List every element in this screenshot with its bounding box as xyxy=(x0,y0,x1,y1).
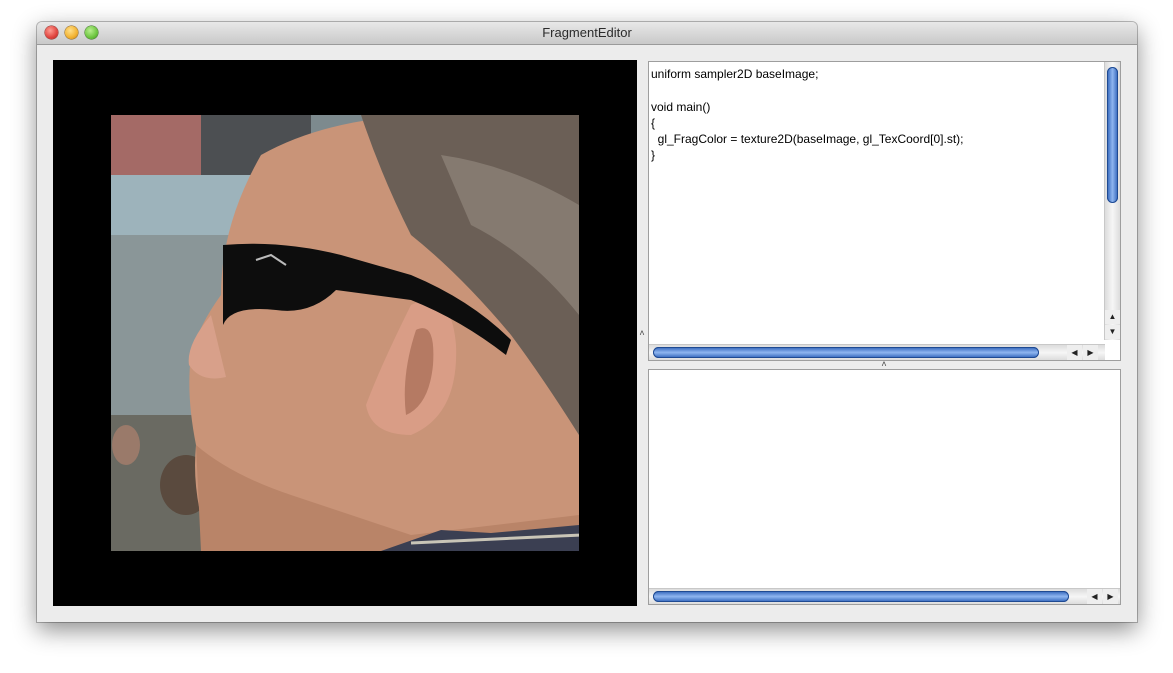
code-text-area[interactable]: uniform sampler2D baseImage; void main()… xyxy=(651,66,1097,336)
code-vertical-scroll-thumb[interactable] xyxy=(1107,67,1118,203)
vertical-split-handle[interactable]: ˄ xyxy=(637,328,647,338)
fragment-editor-window: FragmentEditor ˄ uniform sampler2D baseI… xyxy=(37,22,1137,622)
profile-photo-image xyxy=(111,115,579,551)
code-horizontal-scrollbar[interactable]: ◀ ▶ xyxy=(649,344,1105,360)
output-text-area[interactable] xyxy=(651,374,1097,574)
scroll-down-icon[interactable]: ▼ xyxy=(1105,325,1120,339)
scroll-right-icon[interactable]: ▶ xyxy=(1083,345,1098,360)
compile-output-pane[interactable]: ◀ ▶ xyxy=(648,369,1121,605)
output-horizontal-scroll-thumb[interactable] xyxy=(653,591,1069,602)
output-scroll-right-icon[interactable]: ▶ xyxy=(1103,589,1118,604)
shader-code-editor[interactable]: uniform sampler2D baseImage; void main()… xyxy=(648,61,1121,361)
base-image-preview xyxy=(111,115,579,551)
scroll-left-icon[interactable]: ◀ xyxy=(1067,345,1082,360)
output-horizontal-scrollbar[interactable]: ◀ ▶ xyxy=(649,588,1120,604)
close-icon[interactable] xyxy=(45,26,58,39)
horizontal-split-handle[interactable]: ˄ xyxy=(877,359,891,369)
output-scroll-left-icon[interactable]: ◀ xyxy=(1087,589,1102,604)
code-vertical-scrollbar[interactable]: ▲ ▼ xyxy=(1104,62,1120,340)
zoom-icon[interactable] xyxy=(85,26,98,39)
title-bar[interactable]: FragmentEditor xyxy=(37,22,1137,45)
scroll-up-icon[interactable]: ▲ xyxy=(1105,310,1120,324)
minimize-icon[interactable] xyxy=(65,26,78,39)
code-horizontal-scroll-thumb[interactable] xyxy=(653,347,1039,358)
window-title: FragmentEditor xyxy=(542,25,632,40)
shader-preview-canvas[interactable] xyxy=(53,60,637,606)
